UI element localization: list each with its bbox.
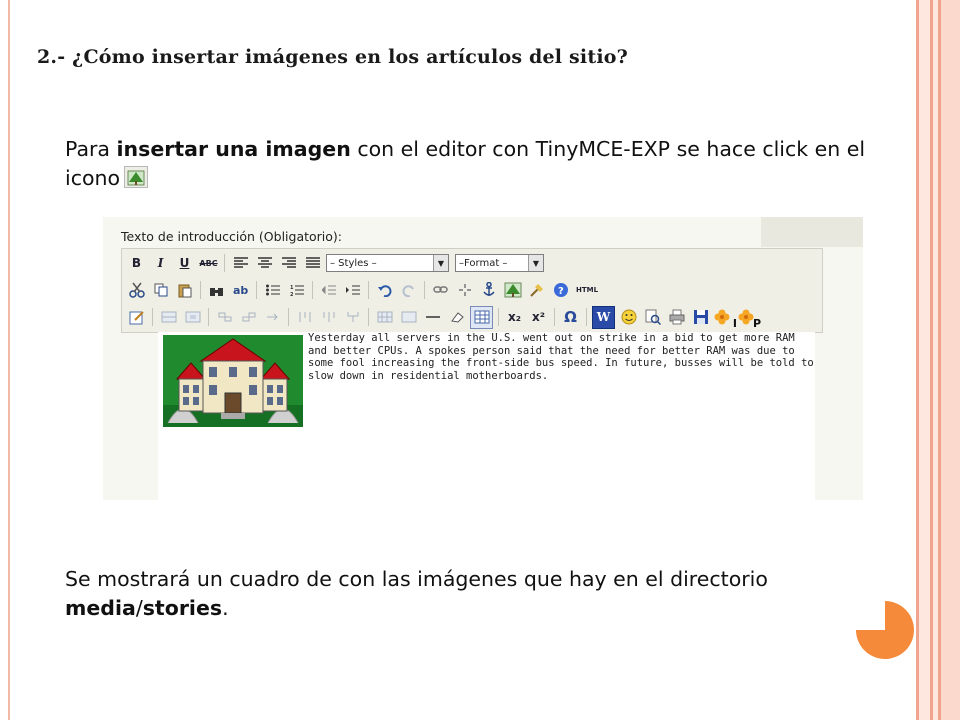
copy-icon[interactable]: [150, 280, 171, 301]
toolbar-separator: [424, 281, 425, 299]
superscript-button[interactable]: x²: [528, 307, 549, 328]
svg-text:?: ?: [558, 286, 564, 297]
toolbar-separator: [368, 308, 369, 326]
editor-content[interactable]: Yesterday all servers in the U.S. went o…: [158, 332, 815, 500]
description-paragraph: Se mostrará un cuadro de con las imágene…: [65, 567, 768, 620]
table-cell-icon[interactable]: [182, 307, 203, 328]
paste-word-button[interactable]: W: [592, 305, 615, 329]
toolbar-separator: [498, 308, 499, 326]
editor-screenshot: Texto de introducción (Obligatorio): B I…: [103, 217, 863, 500]
special-char-button[interactable]: Ω: [560, 307, 581, 328]
subscript-button[interactable]: x₂: [504, 307, 525, 328]
right-border-stripe: [919, 0, 930, 720]
eraser-icon[interactable]: [446, 307, 467, 328]
align-right-icon[interactable]: [278, 253, 299, 274]
format-select[interactable]: –Format – ▼: [455, 254, 544, 272]
flower-plugin-p-icon[interactable]: P: [738, 307, 761, 330]
align-center-icon[interactable]: [254, 253, 275, 274]
toolbar-row-3: x₂ x² Ω W I P: [126, 305, 762, 330]
intro-field-label: Texto de introducción (Obligatorio):: [121, 229, 343, 244]
chevron-down-icon: ▼: [528, 255, 543, 271]
path-stories: stories: [142, 596, 223, 620]
bullet-list-icon[interactable]: [262, 280, 283, 301]
insert-col-after-icon[interactable]: [318, 307, 339, 328]
bold-button[interactable]: B: [126, 253, 147, 274]
svg-text:2: 2: [290, 292, 294, 296]
toolbar-separator: [208, 308, 209, 326]
left-rule: [8, 0, 10, 720]
table-row-icon[interactable]: [158, 307, 179, 328]
link-icon[interactable]: [430, 280, 451, 301]
unlink-icon[interactable]: [454, 280, 475, 301]
corner-accent-circle: [856, 601, 914, 659]
anchor-icon[interactable]: [478, 280, 499, 301]
toolbar-row-1: B I U ABC – Styles – ▼ –Format – ▼: [126, 251, 550, 275]
cut-icon[interactable]: [126, 280, 147, 301]
insert-row-before-icon[interactable]: [214, 307, 235, 328]
bold-phrase: insertar una imagen: [116, 137, 351, 161]
numbered-list-icon[interactable]: 12: [286, 280, 307, 301]
svg-text:ab: ab: [233, 284, 248, 297]
html-button[interactable]: HTML: [574, 280, 600, 301]
paste-icon[interactable]: [174, 280, 195, 301]
indent-icon[interactable]: [342, 280, 363, 301]
editor-header-right: [761, 217, 863, 247]
redo-icon[interactable]: [398, 280, 419, 301]
toolbar-separator: [312, 281, 313, 299]
insert-col-before-icon[interactable]: [294, 307, 315, 328]
insert-image-icon: [124, 166, 149, 188]
underline-button[interactable]: U: [174, 253, 195, 274]
merge-cells-icon[interactable]: [398, 307, 419, 328]
outdent-icon[interactable]: [318, 280, 339, 301]
undo-icon[interactable]: [374, 280, 395, 301]
toolbar-separator: [288, 308, 289, 326]
save-icon[interactable]: [690, 307, 711, 328]
edit-icon[interactable]: [126, 307, 147, 328]
cleanup-icon[interactable]: [526, 280, 547, 301]
split-cells-icon[interactable]: [374, 307, 395, 328]
path-media: media: [65, 596, 136, 620]
toolbar-separator: [152, 308, 153, 326]
toolbar-separator: [224, 254, 225, 272]
right-border-stripe: [941, 0, 960, 720]
styles-select[interactable]: – Styles – ▼: [326, 254, 449, 272]
preview-icon[interactable]: [642, 307, 663, 328]
emoticon-icon[interactable]: [618, 307, 639, 328]
replace-icon[interactable]: ab: [230, 280, 251, 301]
help-icon[interactable]: ?: [550, 280, 571, 301]
toolbar-row-2: ab 12 ? HTML: [126, 278, 603, 302]
delete-col-icon[interactable]: [342, 307, 363, 328]
svg-text:1: 1: [290, 285, 294, 291]
image-icon[interactable]: [502, 280, 523, 301]
italic-button[interactable]: I: [150, 253, 171, 274]
print-icon[interactable]: [666, 307, 687, 328]
align-left-icon[interactable]: [230, 253, 251, 274]
article-text: Yesterday all servers in the U.S. went o…: [308, 332, 814, 382]
table-icon[interactable]: [470, 305, 493, 329]
house-clipart: [163, 335, 303, 427]
toolbar-separator: [200, 281, 201, 299]
find-icon[interactable]: [206, 280, 227, 301]
toolbar-separator: [554, 308, 555, 326]
align-justify-icon[interactable]: [302, 253, 323, 274]
horizontal-rule-icon[interactable]: [422, 307, 443, 328]
flower-plugin-i-icon[interactable]: I: [714, 307, 737, 330]
toolbar-separator: [586, 308, 587, 326]
toolbar-separator: [368, 281, 369, 299]
slide-title: 2.- ¿Cómo insertar imágenes en los artíc…: [37, 46, 628, 68]
chevron-down-icon: ▼: [433, 255, 448, 271]
strikethrough-button[interactable]: ABC: [198, 253, 219, 274]
toolbar-separator: [256, 281, 257, 299]
insert-row-after-icon[interactable]: [238, 307, 259, 328]
delete-row-icon[interactable]: [262, 307, 283, 328]
instruction-paragraph: Para insertar una imagen con el editor c…: [65, 137, 866, 190]
editor-toolbar: B I U ABC – Styles –▼ –Format –▼ ab 12: [121, 248, 823, 333]
